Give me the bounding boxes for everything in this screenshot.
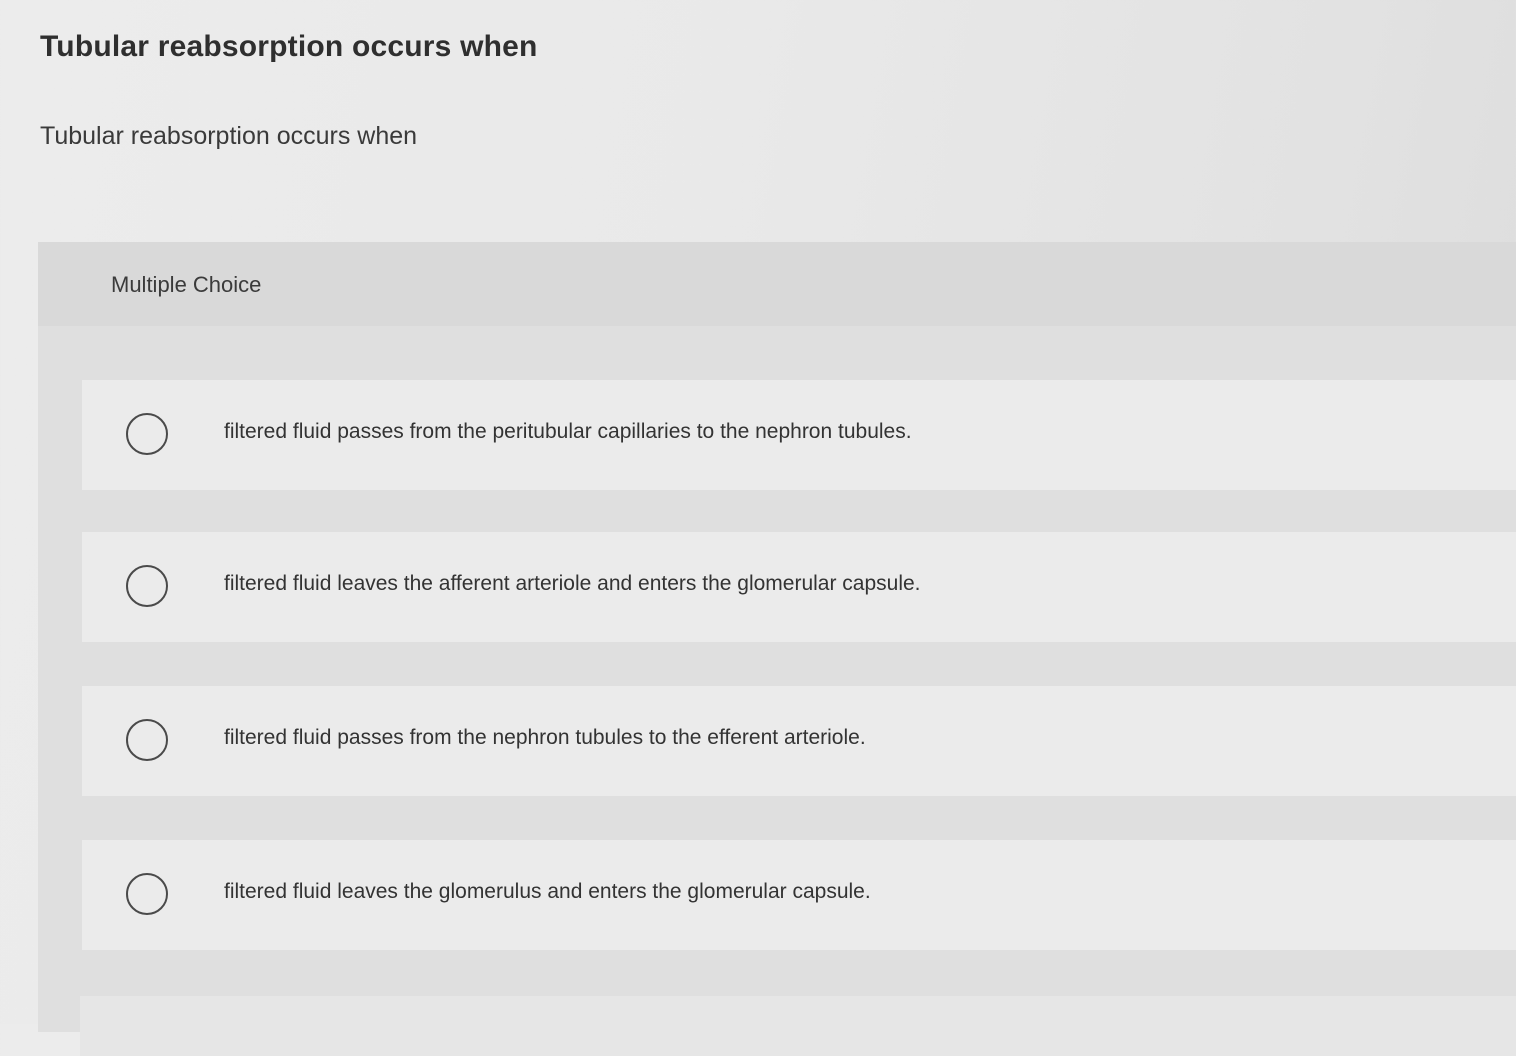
answer-option-text: filtered fluid passes from the nephron t… [224,726,866,749]
next-section-edge [80,996,1516,1056]
multiple-choice-label: Multiple Choice [111,272,262,297]
radio-button-icon[interactable] [126,719,168,761]
radio-button-icon[interactable] [126,873,168,915]
answer-option-1[interactable]: filtered fluid passes from the peritubul… [82,380,1516,490]
question-title: Tubular reabsorption occurs when [40,30,538,63]
multiple-choice-panel: Multiple Choice filtered fluid passes fr… [38,242,1516,1056]
answer-option-text: filtered fluid leaves the glomerulus and… [224,880,871,903]
answer-option-text: filtered fluid passes from the peritubul… [224,420,912,443]
answer-option-3[interactable]: filtered fluid passes from the nephron t… [82,686,1516,796]
answer-option-4[interactable]: filtered fluid leaves the glomerulus and… [82,840,1516,950]
multiple-choice-header: Multiple Choice [38,242,1516,326]
answer-option-2[interactable]: filtered fluid leaves the afferent arter… [82,532,1516,642]
answer-option-text: filtered fluid leaves the afferent arter… [224,572,921,595]
radio-button-icon[interactable] [126,565,168,607]
radio-button-icon[interactable] [126,413,168,455]
question-prompt: Tubular reabsorption occurs when [40,122,418,150]
